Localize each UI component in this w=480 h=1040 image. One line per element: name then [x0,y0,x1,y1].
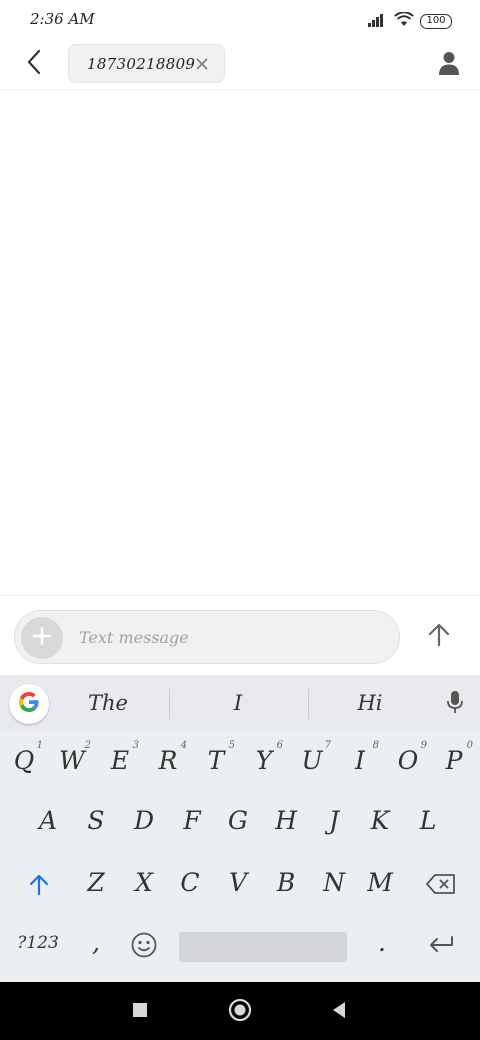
back-nav-button[interactable] [324,997,354,1027]
shift-arrow-icon [29,873,49,899]
key-hint: 6 [276,740,283,751]
home-circle-icon [228,998,252,1026]
key-l[interactable]: L [406,793,450,849]
key-hint: 3 [132,740,139,751]
send-button[interactable] [420,618,458,656]
status-time: 2:36 AM [30,10,95,28]
key-hint: 4 [180,740,187,751]
key-g[interactable]: G [216,793,260,849]
google-icon [17,690,41,718]
comma-key[interactable]: , [76,915,116,971]
space-key[interactable] [179,932,347,962]
battery-icon: 100 [420,13,452,29]
compose-bar [0,595,480,675]
key-q[interactable]: Q1 [2,733,46,789]
key-w[interactable]: W2 [50,733,94,789]
conversation-area [0,91,480,595]
back-button[interactable] [18,48,50,80]
recents-button[interactable] [125,997,155,1027]
suggestion-3[interactable]: Hi [324,687,416,719]
key-f[interactable]: F [170,793,214,849]
key-hint: 7 [324,740,331,751]
key-a[interactable]: A [26,793,70,849]
arrow-up-icon [428,623,450,651]
shift-key[interactable] [22,871,56,901]
suggestion-divider [169,689,170,719]
recipient-chip[interactable]: 18730218809 [68,44,225,83]
recipient-number: 18730218809 [87,54,196,73]
keyboard: The I Hi Q1 W2 E3 R4 T5 Y6 U7 I8 O9 P0 A… [0,675,480,982]
key-m[interactable]: M [358,855,402,911]
key-y[interactable]: Y6 [242,733,286,789]
key-k[interactable]: K [358,793,402,849]
symbols-key[interactable]: ?123 [14,915,62,971]
navigation-bar [0,982,480,1040]
key-e[interactable]: E3 [98,733,142,789]
key-hint: 0 [466,740,473,751]
back-triangle-icon [331,1001,347,1023]
key-h[interactable]: H [264,793,308,849]
message-field [14,610,400,664]
backspace-key[interactable] [422,871,460,901]
suggestion-2[interactable]: I [192,687,284,719]
key-n[interactable]: N [312,855,356,911]
key-r[interactable]: R4 [146,733,190,789]
person-icon [438,51,460,79]
close-icon[interactable] [194,56,210,72]
smiley-icon [131,932,157,962]
status-icons: 100 [368,10,452,31]
suggestion-1[interactable]: The [62,687,154,719]
key-b[interactable]: B [264,855,308,911]
contact-button[interactable] [432,48,466,82]
key-z[interactable]: Z [74,855,118,911]
key-s[interactable]: S [74,793,118,849]
home-button[interactable] [225,997,255,1027]
period-key[interactable]: . [360,915,404,971]
microphone-icon [447,690,463,718]
enter-icon [428,935,454,957]
key-hint: 5 [228,740,235,751]
key-u[interactable]: U7 [290,733,334,789]
wifi-icon [394,10,414,31]
suggestion-divider [308,689,309,719]
square-icon [132,1002,148,1022]
key-c[interactable]: C [168,855,212,911]
key-p[interactable]: P0 [432,733,476,789]
key-j[interactable]: J [312,793,356,849]
back-arrow-icon [25,49,43,79]
key-o[interactable]: O9 [386,733,430,789]
key-hint: 1 [36,740,43,751]
voice-input-button[interactable] [440,689,470,719]
key-t[interactable]: T5 [194,733,238,789]
google-button[interactable] [9,684,49,724]
signal-icon [368,12,388,31]
conversation-header: 18730218809 [0,40,480,90]
key-v[interactable]: V [216,855,260,911]
message-input[interactable] [79,621,379,653]
key-hint: 8 [372,740,379,751]
emoji-key[interactable] [126,929,162,965]
suggestion-bar: The I Hi [0,675,480,732]
key-d[interactable]: D [122,793,166,849]
status-bar: 2:36 AM 100 [0,0,480,40]
enter-key[interactable] [424,931,458,961]
key-hint: 9 [420,740,427,751]
add-attachment-button[interactable] [21,617,63,659]
key-i[interactable]: I8 [338,733,382,789]
key-x[interactable]: X [122,855,166,911]
plus-icon [32,626,52,649]
backspace-icon [426,874,456,898]
key-hint: 2 [84,740,91,751]
